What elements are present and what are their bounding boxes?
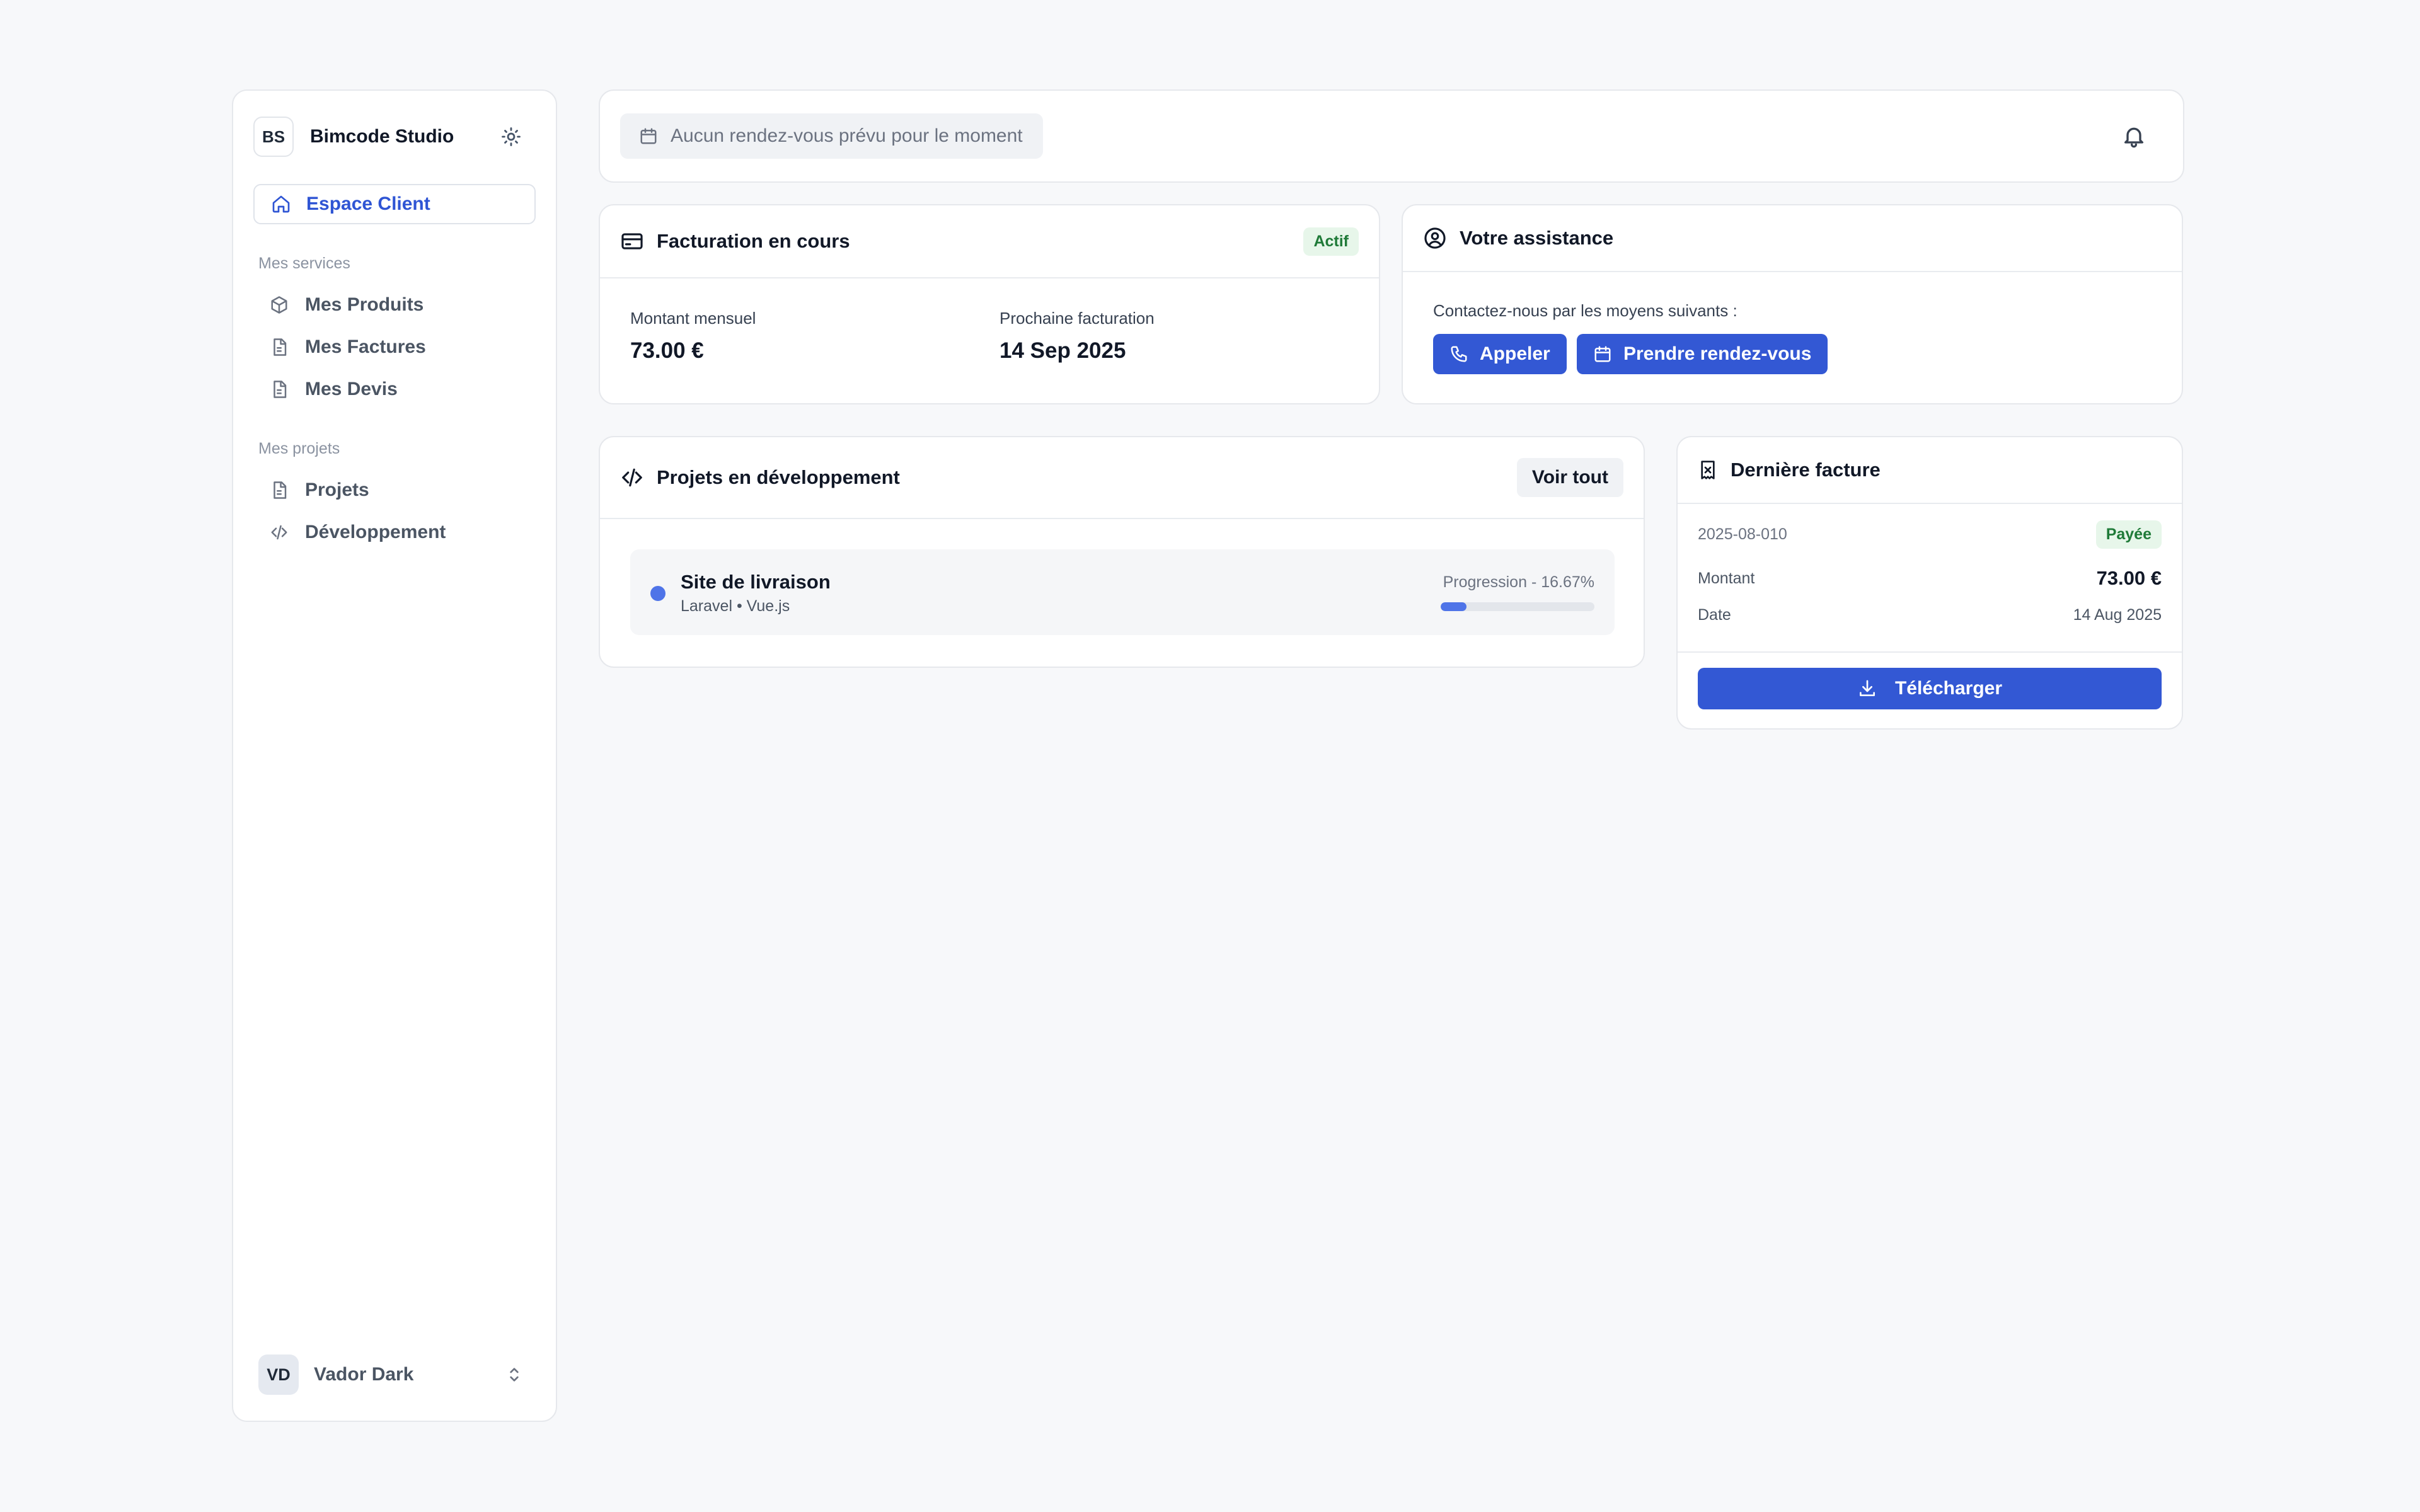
appointment-text: Aucun rendez-vous prévu pour le moment xyxy=(671,125,1023,146)
credit-card-icon xyxy=(620,229,644,253)
billing-card: Facturation en cours Actif Montant mensu… xyxy=(599,204,1380,404)
next-billing-label: Prochaine facturation xyxy=(1000,309,1155,328)
project-progress-label: Progression - 16.67% xyxy=(1443,573,1594,591)
monthly-amount-value: 73.00 € xyxy=(630,338,704,363)
brand-name: Bimcode Studio xyxy=(310,126,454,147)
monthly-amount-label: Montant mensuel xyxy=(630,309,756,328)
download-button-label: Télécharger xyxy=(1894,678,2003,699)
project-item[interactable]: Site de livraison Laravel • Vue.js Progr… xyxy=(630,549,1615,635)
sidebar-item-projets[interactable]: Projets xyxy=(270,472,369,508)
card-header: Projets en développement Voir tout xyxy=(600,437,1644,519)
chevron-up-down-icon xyxy=(504,1365,524,1385)
top-bar: Aucun rendez-vous prévu pour le moment xyxy=(599,89,2184,183)
card-title: Dernière facture xyxy=(1731,459,1881,481)
sidebar-item-produits[interactable]: Mes Produits xyxy=(270,287,424,323)
call-button-label: Appeler xyxy=(1480,343,1550,364)
monthly-amount: Montant mensuel 73.00 € xyxy=(630,309,756,364)
sidebar-item-label: Espace Client xyxy=(306,193,430,214)
invoice-number-row: 2025-08-010 Payée xyxy=(1698,520,2162,549)
code-icon xyxy=(620,466,644,490)
invoice-date-label: Date xyxy=(1698,606,1731,624)
invoice-date-row: Date 14 Aug 2025 xyxy=(1698,606,2162,624)
home-icon xyxy=(271,194,291,214)
brand-row: BS Bimcode Studio xyxy=(253,116,536,158)
sidebar-item-label: Mes Devis xyxy=(305,379,398,399)
user-name: Vador Dark xyxy=(314,1364,414,1385)
invoice-amount-row: Montant 73.00 € xyxy=(1698,567,2162,590)
user-menu[interactable]: VD Vador Dark xyxy=(258,1354,531,1395)
section-label-projets: Mes projets xyxy=(258,440,340,457)
theme-toggle-button[interactable] xyxy=(495,121,527,152)
file-icon xyxy=(270,338,289,357)
brand-avatar[interactable]: BS xyxy=(253,117,294,157)
calendar-icon xyxy=(639,127,658,146)
call-button[interactable]: Appeler xyxy=(1433,334,1567,374)
download-icon xyxy=(1857,679,1877,699)
next-billing-value: 14 Sep 2025 xyxy=(1000,338,1126,363)
sidebar-item-label: Mes Factures xyxy=(305,336,426,357)
status-badge: Actif xyxy=(1303,227,1359,256)
invoice-amount-value: 73.00 € xyxy=(2096,567,2162,589)
project-progress-bar xyxy=(1441,602,1594,611)
book-appointment-label: Prendre rendez-vous xyxy=(1623,343,1812,364)
card-title: Votre assistance xyxy=(1460,227,1614,249)
projects-card: Projets en développement Voir tout Site … xyxy=(599,436,1645,668)
bell-icon[interactable] xyxy=(2121,123,2146,149)
card-title: Projets en développement xyxy=(657,466,900,488)
project-tech: Laravel • Vue.js xyxy=(681,597,790,615)
file-icon xyxy=(270,481,289,500)
download-button[interactable]: Télécharger xyxy=(1698,668,2162,709)
phone-icon xyxy=(1449,345,1468,364)
invoice-amount-label: Montant xyxy=(1698,569,1755,587)
code-icon xyxy=(270,523,289,542)
sidebar-item-espace-client[interactable]: Espace Client xyxy=(253,184,536,224)
support-card: Votre assistance Contactez-nous par les … xyxy=(1402,204,2183,404)
support-text: Contactez-nous par les moyens suivants : xyxy=(1433,301,1737,320)
sidebar-item-label: Développement xyxy=(305,522,446,542)
divider xyxy=(1678,651,2182,653)
invoice-number: 2025-08-010 xyxy=(1698,525,1787,543)
sidebar-item-devis[interactable]: Mes Devis xyxy=(270,372,398,407)
receipt-icon xyxy=(1698,460,1718,480)
sidebar: BS Bimcode Studio Espace Client Mes serv… xyxy=(232,89,557,1422)
project-name: Site de livraison xyxy=(681,571,831,593)
card-header: Facturation en cours Actif xyxy=(600,205,1379,278)
card-header: Dernière facture xyxy=(1678,437,2182,504)
card-title: Facturation en cours xyxy=(657,230,850,252)
card-header: Votre assistance xyxy=(1403,205,2182,272)
user-circle-icon xyxy=(1423,226,1447,250)
project-progress-fill xyxy=(1441,602,1466,611)
avatar: VD xyxy=(258,1354,299,1395)
sidebar-item-developpement[interactable]: Développement xyxy=(270,515,446,550)
section-label-services: Mes services xyxy=(258,255,350,272)
package-icon xyxy=(270,295,289,314)
project-status-dot xyxy=(650,586,666,601)
sidebar-item-label: Projets xyxy=(305,479,369,500)
file-icon xyxy=(270,380,289,399)
next-billing: Prochaine facturation 14 Sep 2025 xyxy=(1000,309,1155,364)
book-appointment-button[interactable]: Prendre rendez-vous xyxy=(1577,334,1828,374)
sidebar-item-label: Mes Produits xyxy=(305,294,424,315)
appointment-status: Aucun rendez-vous prévu pour le moment xyxy=(620,113,1043,159)
sidebar-item-factures[interactable]: Mes Factures xyxy=(270,329,426,365)
status-badge: Payée xyxy=(2095,520,2162,549)
invoice-date-value: 14 Aug 2025 xyxy=(2073,606,2162,624)
last-invoice-card: Dernière facture 2025-08-010 Payée Monta… xyxy=(1676,436,2183,730)
view-all-button[interactable]: Voir tout xyxy=(1516,458,1623,497)
calendar-icon xyxy=(1593,345,1612,364)
sun-icon xyxy=(500,126,522,147)
